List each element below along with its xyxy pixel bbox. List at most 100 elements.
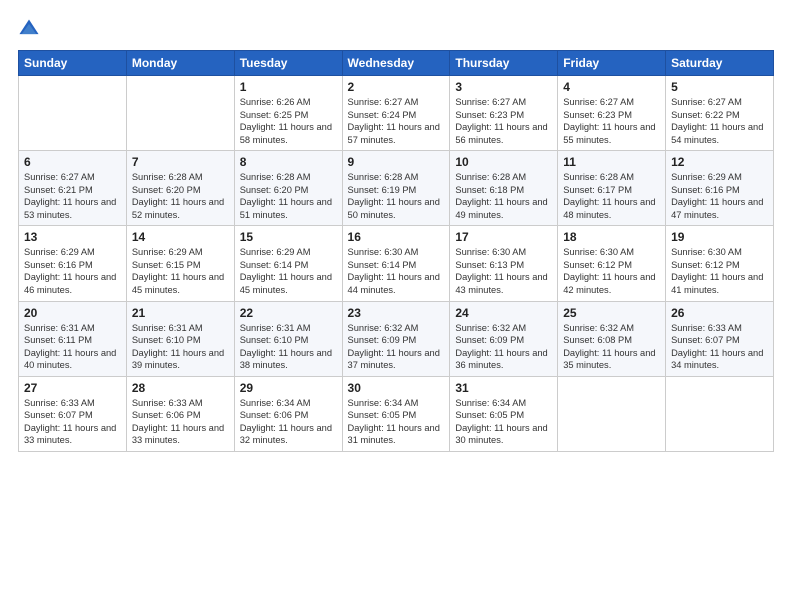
cell-info: Sunrise: 6:28 AM Sunset: 6:18 PM Dayligh… (455, 171, 552, 221)
day-number: 23 (348, 306, 445, 320)
calendar-cell: 16 Sunrise: 6:30 AM Sunset: 6:14 PM Dayli… (342, 226, 450, 301)
day-number: 2 (348, 80, 445, 94)
cell-info: Sunrise: 6:32 AM Sunset: 6:08 PM Dayligh… (563, 322, 660, 372)
calendar-cell: 28Sunrise: 6:33 AM Sunset: 6:06 PM Dayli… (126, 376, 234, 451)
cell-info: Sunrise: 6:34 AM Sunset: 6:06 PM Dayligh… (240, 397, 337, 447)
cell-info: Sunrise: 6:29 AM Sunset: 6:15 PM Dayligh… (132, 246, 229, 296)
cell-info: Sunrise: 6:33 AM Sunset: 6:07 PM Dayligh… (24, 397, 121, 447)
header (18, 18, 774, 40)
day-number: 16 (348, 230, 445, 244)
cell-info: Sunrise: 6:31 AM Sunset: 6:11 PM Dayligh… (24, 322, 121, 372)
calendar-cell (126, 76, 234, 151)
calendar-cell: 22 Sunrise: 6:31 AM Sunset: 6:10 PM Dayli… (234, 301, 342, 376)
day-number: 15 (240, 230, 337, 244)
day-number: 11 (563, 155, 660, 169)
cell-info: Sunrise: 6:34 AM Sunset: 6:05 PM Dayligh… (348, 397, 445, 447)
weekday-header: Thursday (450, 51, 558, 76)
day-number: 10 (455, 155, 552, 169)
day-number: 29 (240, 381, 337, 395)
day-number: 8 (240, 155, 337, 169)
calendar-week-row: 1 Sunrise: 6:26 AM Sunset: 6:25 PM Daylig… (19, 76, 774, 151)
calendar-cell: 17 Sunrise: 6:30 AM Sunset: 6:13 PM Dayli… (450, 226, 558, 301)
day-number: 30 (348, 381, 445, 395)
day-number: 20 (24, 306, 121, 320)
day-number: 12 (671, 155, 768, 169)
calendar-cell (19, 76, 127, 151)
cell-info: Sunrise: 6:27 AM Sunset: 6:23 PM Dayligh… (455, 96, 552, 146)
calendar-cell: 25 Sunrise: 6:32 AM Sunset: 6:08 PM Dayli… (558, 301, 666, 376)
calendar-cell: 2 Sunrise: 6:27 AM Sunset: 6:24 PM Daylig… (342, 76, 450, 151)
calendar-week-row: 6Sunrise: 6:27 AM Sunset: 6:21 PM Daylig… (19, 151, 774, 226)
calendar-cell (558, 376, 666, 451)
calendar-cell: 18Sunrise: 6:30 AM Sunset: 6:12 PM Dayli… (558, 226, 666, 301)
cell-info: Sunrise: 6:30 AM Sunset: 6:12 PM Dayligh… (671, 246, 768, 296)
calendar-cell: 10 Sunrise: 6:28 AM Sunset: 6:18 PM Dayli… (450, 151, 558, 226)
weekday-header: Sunday (19, 51, 127, 76)
cell-info: Sunrise: 6:27 AM Sunset: 6:23 PM Dayligh… (563, 96, 660, 146)
day-number: 4 (563, 80, 660, 94)
day-number: 9 (348, 155, 445, 169)
weekday-header: Monday (126, 51, 234, 76)
day-number: 21 (132, 306, 229, 320)
calendar-cell: 14 Sunrise: 6:29 AM Sunset: 6:15 PM Dayli… (126, 226, 234, 301)
cell-info: Sunrise: 6:28 AM Sunset: 6:19 PM Dayligh… (348, 171, 445, 221)
cell-info: Sunrise: 6:27 AM Sunset: 6:24 PM Dayligh… (348, 96, 445, 146)
calendar-cell: 27Sunrise: 6:33 AM Sunset: 6:07 PM Dayli… (19, 376, 127, 451)
cell-info: Sunrise: 6:29 AM Sunset: 6:14 PM Dayligh… (240, 246, 337, 296)
calendar-cell: 11 Sunrise: 6:28 AM Sunset: 6:17 PM Dayli… (558, 151, 666, 226)
calendar-table: SundayMondayTuesdayWednesdayThursdayFrid… (18, 50, 774, 452)
weekday-header: Friday (558, 51, 666, 76)
calendar-week-row: 27Sunrise: 6:33 AM Sunset: 6:07 PM Dayli… (19, 376, 774, 451)
calendar-cell: 12 Sunrise: 6:29 AM Sunset: 6:16 PM Dayli… (666, 151, 774, 226)
cell-info: Sunrise: 6:32 AM Sunset: 6:09 PM Dayligh… (455, 322, 552, 372)
calendar-cell: 20 Sunrise: 6:31 AM Sunset: 6:11 PM Dayli… (19, 301, 127, 376)
weekday-header: Saturday (666, 51, 774, 76)
day-number: 1 (240, 80, 337, 94)
day-number: 24 (455, 306, 552, 320)
calendar-cell: 4 Sunrise: 6:27 AM Sunset: 6:23 PM Daylig… (558, 76, 666, 151)
weekday-header: Wednesday (342, 51, 450, 76)
day-number: 22 (240, 306, 337, 320)
calendar-cell: 8Sunrise: 6:28 AM Sunset: 6:20 PM Daylig… (234, 151, 342, 226)
day-number: 25 (563, 306, 660, 320)
calendar-cell: 19 Sunrise: 6:30 AM Sunset: 6:12 PM Dayli… (666, 226, 774, 301)
calendar-cell: 3 Sunrise: 6:27 AM Sunset: 6:23 PM Daylig… (450, 76, 558, 151)
cell-info: Sunrise: 6:28 AM Sunset: 6:20 PM Dayligh… (132, 171, 229, 221)
calendar-cell: 5 Sunrise: 6:27 AM Sunset: 6:22 PM Daylig… (666, 76, 774, 151)
day-number: 3 (455, 80, 552, 94)
cell-info: Sunrise: 6:29 AM Sunset: 6:16 PM Dayligh… (671, 171, 768, 221)
calendar-cell: 9 Sunrise: 6:28 AM Sunset: 6:19 PM Daylig… (342, 151, 450, 226)
calendar-cell: 31 Sunrise: 6:34 AM Sunset: 6:05 PM Dayli… (450, 376, 558, 451)
weekday-header: Tuesday (234, 51, 342, 76)
day-number: 28 (132, 381, 229, 395)
day-number: 13 (24, 230, 121, 244)
calendar-cell: 23 Sunrise: 6:32 AM Sunset: 6:09 PM Dayli… (342, 301, 450, 376)
calendar-cell: 26Sunrise: 6:33 AM Sunset: 6:07 PM Dayli… (666, 301, 774, 376)
calendar-cell: 30 Sunrise: 6:34 AM Sunset: 6:05 PM Dayli… (342, 376, 450, 451)
day-number: 14 (132, 230, 229, 244)
calendar-week-row: 13 Sunrise: 6:29 AM Sunset: 6:16 PM Dayli… (19, 226, 774, 301)
cell-info: Sunrise: 6:29 AM Sunset: 6:16 PM Dayligh… (24, 246, 121, 296)
day-number: 19 (671, 230, 768, 244)
calendar-cell: 24 Sunrise: 6:32 AM Sunset: 6:09 PM Dayli… (450, 301, 558, 376)
logo-icon (18, 18, 40, 40)
calendar-cell: 29 Sunrise: 6:34 AM Sunset: 6:06 PM Dayli… (234, 376, 342, 451)
day-number: 5 (671, 80, 768, 94)
day-number: 31 (455, 381, 552, 395)
calendar-cell: 21 Sunrise: 6:31 AM Sunset: 6:10 PM Dayli… (126, 301, 234, 376)
cell-info: Sunrise: 6:30 AM Sunset: 6:14 PM Dayligh… (348, 246, 445, 296)
cell-info: Sunrise: 6:34 AM Sunset: 6:05 PM Dayligh… (455, 397, 552, 447)
calendar-cell: 13 Sunrise: 6:29 AM Sunset: 6:16 PM Dayli… (19, 226, 127, 301)
cell-info: Sunrise: 6:31 AM Sunset: 6:10 PM Dayligh… (240, 322, 337, 372)
cell-info: Sunrise: 6:33 AM Sunset: 6:07 PM Dayligh… (671, 322, 768, 372)
cell-info: Sunrise: 6:27 AM Sunset: 6:21 PM Dayligh… (24, 171, 121, 221)
cell-info: Sunrise: 6:27 AM Sunset: 6:22 PM Dayligh… (671, 96, 768, 146)
calendar-cell: 7Sunrise: 6:28 AM Sunset: 6:20 PM Daylig… (126, 151, 234, 226)
day-number: 17 (455, 230, 552, 244)
calendar-cell (666, 376, 774, 451)
cell-info: Sunrise: 6:26 AM Sunset: 6:25 PM Dayligh… (240, 96, 337, 146)
cell-info: Sunrise: 6:31 AM Sunset: 6:10 PM Dayligh… (132, 322, 229, 372)
cell-info: Sunrise: 6:32 AM Sunset: 6:09 PM Dayligh… (348, 322, 445, 372)
cell-info: Sunrise: 6:28 AM Sunset: 6:17 PM Dayligh… (563, 171, 660, 221)
cell-info: Sunrise: 6:30 AM Sunset: 6:13 PM Dayligh… (455, 246, 552, 296)
